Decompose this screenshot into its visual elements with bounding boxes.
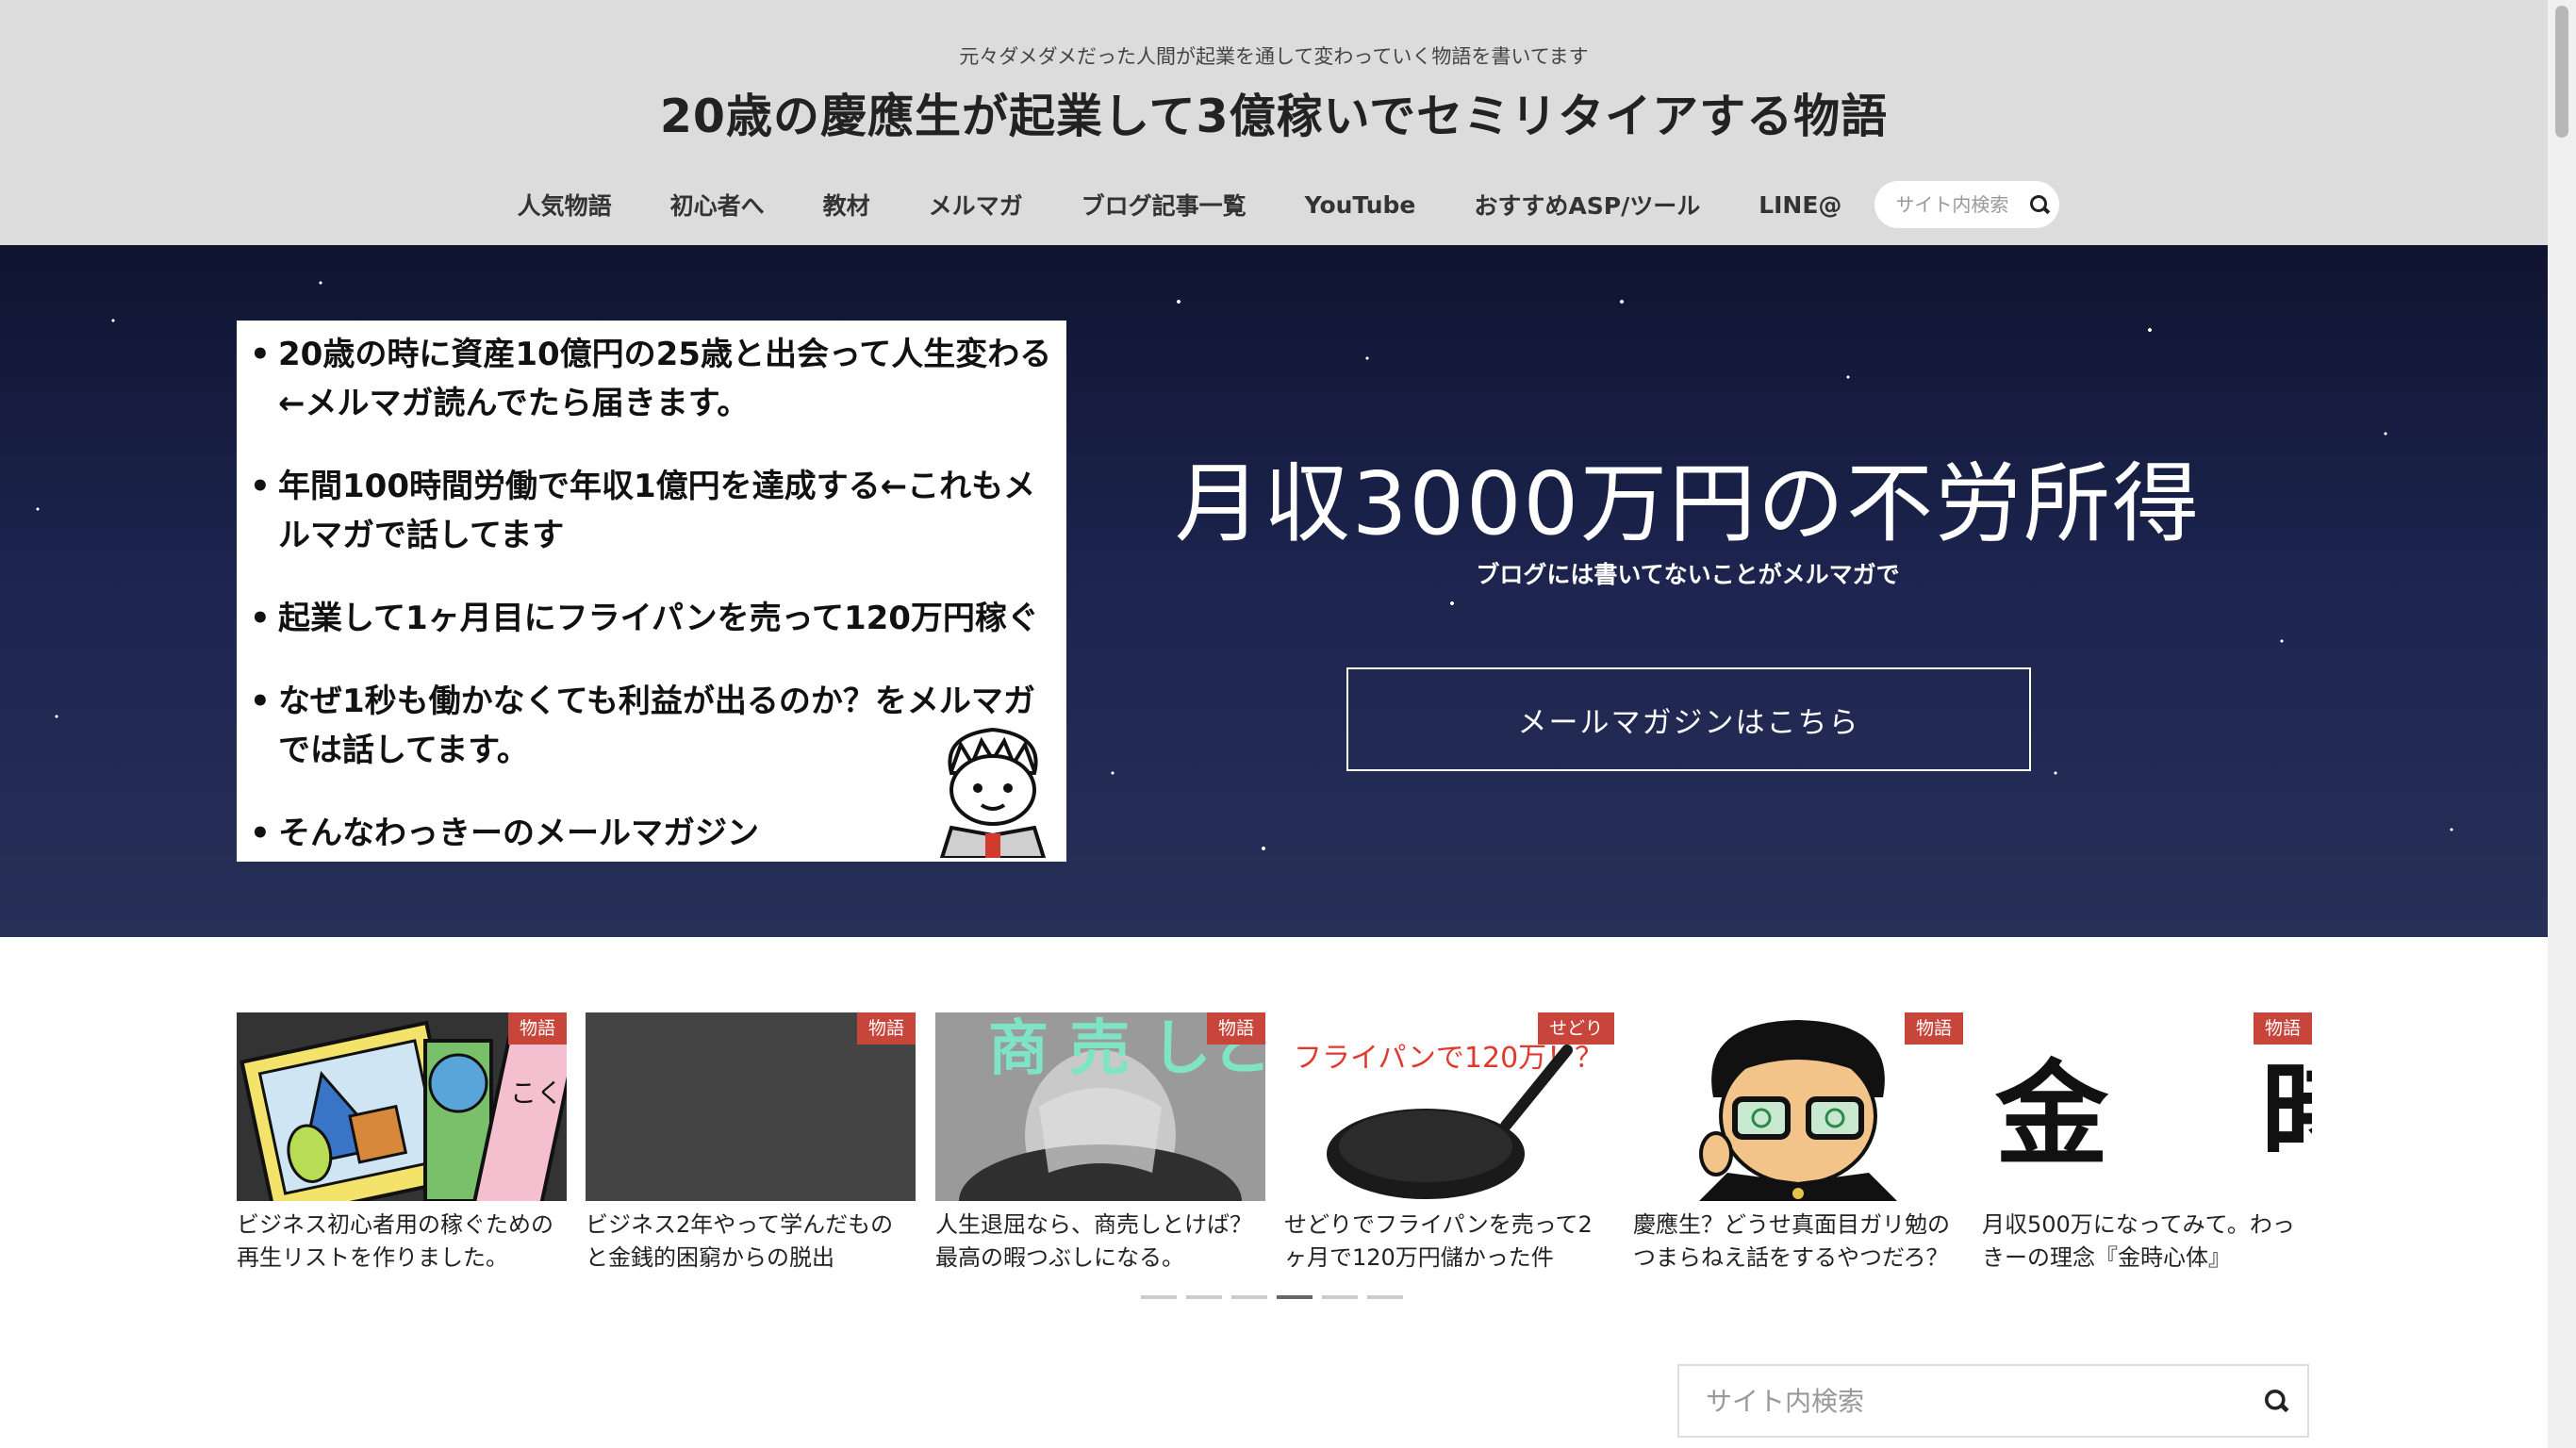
hero-banner: 20歳の時に資産10億円の25歳と出会って人生変わる←メルマガ読んでたら届きます… xyxy=(0,245,2548,937)
hero-subtitle: ブログには書いてないことがメルマガで xyxy=(1476,561,1900,588)
thumb-text-kinji: 金 時 xyxy=(1994,1048,2312,1181)
carousel-card[interactable]: 物語 ビジネス2年やって学んだものと金銭的困窮からの脱出 xyxy=(586,1012,916,1275)
category-badge[interactable]: せどり xyxy=(1537,1012,1614,1045)
promo-item: 年間100時間労働で年収1億円を達成する←これもメルマガで話してます xyxy=(244,462,1057,560)
category-badge[interactable]: 物語 xyxy=(1904,1012,1963,1045)
card-thumbnail[interactable]: フライパンで120万！？ せどり xyxy=(1284,1012,1614,1201)
card-title[interactable]: せどりでフライパンを売って2ヶ月で120万円儲かった件 xyxy=(1284,1209,1614,1275)
card-title[interactable]: 月収500万になってみて。わっきーの理念『金時心体』 xyxy=(1982,1209,2312,1275)
category-badge[interactable]: 物語 xyxy=(1206,1012,1265,1045)
header-search-input[interactable] xyxy=(1893,192,2030,217)
promo-item: 20歳の時に資産10億円の25歳と出会って人生変わる←メルマガ読んでたら届きます… xyxy=(244,330,1057,428)
main-nav: 人気物語 初心者へ 教材 メルマガ ブログ記事一覧 YouTube おすすめAS… xyxy=(0,179,2548,230)
featured-posts-carousel: こくご さんすう 物語 ビジネス初心者用の稼ぐための再生リストを作りました。 物… xyxy=(237,1012,2312,1276)
nav-item-asp-tools[interactable]: おすすめASP/ツール xyxy=(1445,188,1729,222)
search-icon[interactable] xyxy=(2264,1389,2288,1413)
header-search xyxy=(1874,181,2060,228)
card-thumbnail[interactable]: 商 売 しとけば？ 物語 xyxy=(935,1012,1265,1201)
card-title[interactable]: 人生退屈なら、商売しとけば？最高の暇つぶしになる。 xyxy=(935,1209,1265,1275)
page-scrollbar[interactable] xyxy=(2548,0,2576,1448)
sidebar-search xyxy=(1677,1364,2309,1438)
scrollbar-thumb[interactable] xyxy=(2555,6,2568,138)
mascot-illustration xyxy=(923,716,1063,858)
newsletter-signup-button[interactable]: メールマガジンはこちら xyxy=(1346,667,2031,771)
site-header: 元々ダメダメだった人間が起業を通して変わっていく物語を書いてます 20歳の慶應生… xyxy=(0,0,2548,245)
category-badge[interactable]: 物語 xyxy=(507,1012,567,1045)
nav-item-youtube[interactable]: YouTube xyxy=(1276,191,1445,219)
nav-item-materials[interactable]: 教材 xyxy=(794,188,900,222)
card-title[interactable]: ビジネス初心者用の稼ぐための再生リストを作りました。 xyxy=(237,1209,567,1275)
nav-item-line[interactable]: LINE@ xyxy=(1729,191,1871,219)
carousel-dot[interactable] xyxy=(1141,1295,1177,1299)
nav-item-popular-stories[interactable]: 人気物語 xyxy=(488,188,641,222)
category-badge[interactable]: 物語 xyxy=(856,1012,916,1045)
carousel-dot[interactable] xyxy=(1322,1295,1358,1299)
search-icon[interactable] xyxy=(2029,194,2048,215)
carousel-dot[interactable] xyxy=(1231,1295,1267,1299)
carousel-card[interactable]: 金 時 物語 月収500万になってみて。わっきーの理念『金時心体』 xyxy=(1982,1012,2312,1275)
card-thumbnail[interactable]: 金 時 物語 xyxy=(1982,1012,2312,1201)
carousel-card[interactable]: フライパンで120万！？ せどり せどりでフライパンを売って2ヶ月で120万円儲… xyxy=(1284,1012,1614,1275)
carousel-dot-active[interactable] xyxy=(1277,1295,1313,1299)
card-thumbnail[interactable]: こくご さんすう 物語 xyxy=(237,1012,567,1201)
carousel-dot[interactable] xyxy=(1186,1295,1222,1299)
thumb-text-kokugo: こくご さんすう xyxy=(510,1078,567,1109)
carousel-card[interactable]: 物語 慶應生？どうせ真面目ガリ勉のつまらねえ話をするやつだろ？ xyxy=(1633,1012,1963,1275)
card-thumbnail[interactable]: 物語 xyxy=(586,1012,916,1201)
carousel-card[interactable]: 商 売 しとけば？ 物語 人生退屈なら、商売しとけば？最高の暇つぶしになる。 xyxy=(935,1012,1265,1275)
nav-item-for-beginners[interactable]: 初心者へ xyxy=(641,188,794,222)
carousel-card[interactable]: こくご さんすう 物語 ビジネス初心者用の稼ぐための再生リストを作りました。 xyxy=(237,1012,567,1275)
card-thumbnail[interactable]: 物語 xyxy=(1633,1012,1963,1201)
nav-item-blog-list[interactable]: ブログ記事一覧 xyxy=(1052,188,1276,222)
carousel-pagination xyxy=(1141,1295,1403,1299)
sidebar-search-input[interactable] xyxy=(1704,1384,2236,1418)
newsletter-promo-box: 20歳の時に資産10億円の25歳と出会って人生変わる←メルマガ読んでたら届きます… xyxy=(237,321,1066,862)
promo-item: 起業して1ヶ月目にフライパンを売って120万円稼ぐ xyxy=(244,594,1057,643)
card-title[interactable]: 慶應生？どうせ真面目ガリ勉のつまらねえ話をするやつだろ？ xyxy=(1633,1209,1963,1275)
site-tagline: 元々ダメダメだった人間が起業を通して変わっていく物語を書いてます xyxy=(959,45,1589,68)
category-badge[interactable]: 物語 xyxy=(2253,1012,2312,1045)
nav-item-newsletter[interactable]: メルマガ xyxy=(900,188,1052,222)
site-title[interactable]: 20歳の慶應生が起業して3億稼いでセミリタイアする物語 xyxy=(0,79,2548,146)
carousel-dot[interactable] xyxy=(1367,1295,1403,1299)
hero-title: 月収3000万円の不労所得 xyxy=(1174,453,2202,554)
card-title[interactable]: ビジネス2年やって学んだものと金銭的困窮からの脱出 xyxy=(586,1209,916,1275)
